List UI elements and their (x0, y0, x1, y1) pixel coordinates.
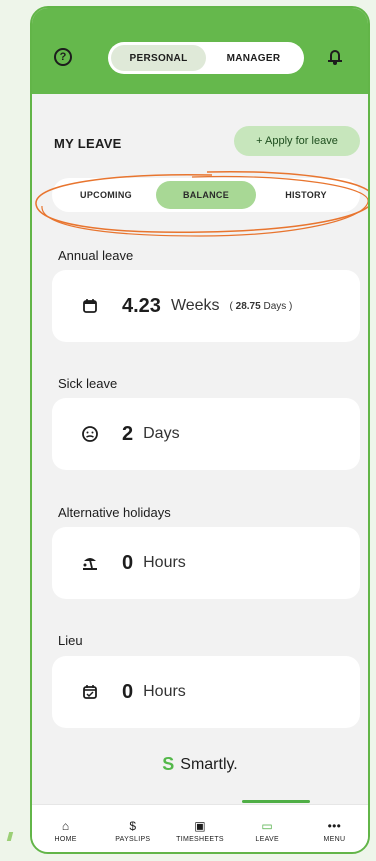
calendar-icon (80, 296, 100, 316)
tab-balance[interactable]: BALANCE (156, 181, 256, 209)
active-nav-indicator (242, 800, 310, 803)
sick-leave-value: 2 (122, 422, 134, 445)
timesheet-icon: ▣ (194, 818, 206, 833)
mode-toggle: PERSONAL MANAGER (108, 42, 304, 74)
decorative-tick (6, 832, 14, 841)
home-icon: ⌂ (61, 818, 70, 833)
alternative-holidays-title: Alternative holidays (58, 505, 171, 520)
tab-history[interactable]: HISTORY (256, 181, 356, 209)
sick-face-icon (80, 424, 100, 444)
annual-leave-days-value: 28.75 (235, 300, 261, 312)
sick-leave-title: Sick leave (58, 376, 118, 391)
lieu-unit: Hours (143, 683, 186, 700)
annual-leave-card[interactable]: 4.23 Weeks ( 28.75 Days ) (52, 270, 360, 342)
calendar-icon: ▭ (261, 818, 274, 833)
bottom-nav: ⌂ HOME $ PAYSLIPS ▣ TIMESHEETS ▭ LEAVE •… (32, 804, 368, 852)
toggle-manager[interactable]: MANAGER (206, 45, 301, 71)
nav-home[interactable]: ⌂ HOME (32, 805, 99, 852)
beach-icon (80, 553, 100, 573)
alternative-holidays-unit: Hours (143, 554, 186, 571)
nav-home-label: HOME (54, 835, 77, 843)
calendar-check-icon (80, 682, 100, 702)
alternative-holidays-value: 0 (122, 551, 134, 574)
more-icon: ••• (327, 818, 342, 833)
dollar-icon: $ (129, 818, 137, 833)
nav-payslips[interactable]: $ PAYSLIPS (99, 805, 166, 852)
annual-leave-secondary: ( 28.75 Days ) (229, 300, 293, 312)
nav-leave[interactable]: ▭ LEAVE (234, 805, 301, 852)
tab-upcoming[interactable]: UPCOMING (56, 181, 156, 209)
nav-timesheets-label: TIMESHEETS (176, 835, 224, 843)
leave-tabs: UPCOMING BALANCE HISTORY (52, 178, 360, 212)
annual-leave-value: 4.23 (122, 294, 161, 317)
annual-leave-days-unit: Days (263, 300, 287, 312)
smartly-logo-icon: S (162, 754, 175, 774)
nav-menu[interactable]: ••• MENU (301, 805, 368, 852)
brand-name: Smartly. (180, 755, 238, 773)
bell-icon[interactable] (328, 50, 342, 65)
alternative-holidays-card[interactable]: 0 Hours (52, 527, 360, 599)
brand-logo: S Smartly. (32, 754, 368, 775)
help-icon[interactable]: ? (54, 48, 72, 66)
lieu-value: 0 (122, 680, 134, 703)
nav-menu-label: MENU (323, 835, 346, 843)
nav-timesheets[interactable]: ▣ TIMESHEETS (166, 805, 233, 852)
phone-frame: ? PERSONAL MANAGER MY LEAVE + Apply for … (30, 6, 370, 854)
my-leave-title: MY LEAVE (54, 136, 122, 151)
nav-leave-label: LEAVE (255, 835, 279, 843)
lieu-title: Lieu (58, 633, 83, 648)
annual-leave-title: Annual leave (58, 248, 134, 263)
lieu-card[interactable]: 0 Hours (52, 656, 360, 728)
nav-payslips-label: PAYSLIPS (115, 835, 151, 843)
annual-leave-unit: Weeks (170, 297, 220, 314)
toggle-personal[interactable]: PERSONAL (111, 45, 206, 71)
sick-leave-unit: Days (143, 425, 180, 442)
apply-for-leave-button[interactable]: + Apply for leave (234, 126, 360, 156)
top-bar: ? PERSONAL MANAGER (32, 8, 368, 94)
sick-leave-card[interactable]: 2 Days (52, 398, 360, 470)
